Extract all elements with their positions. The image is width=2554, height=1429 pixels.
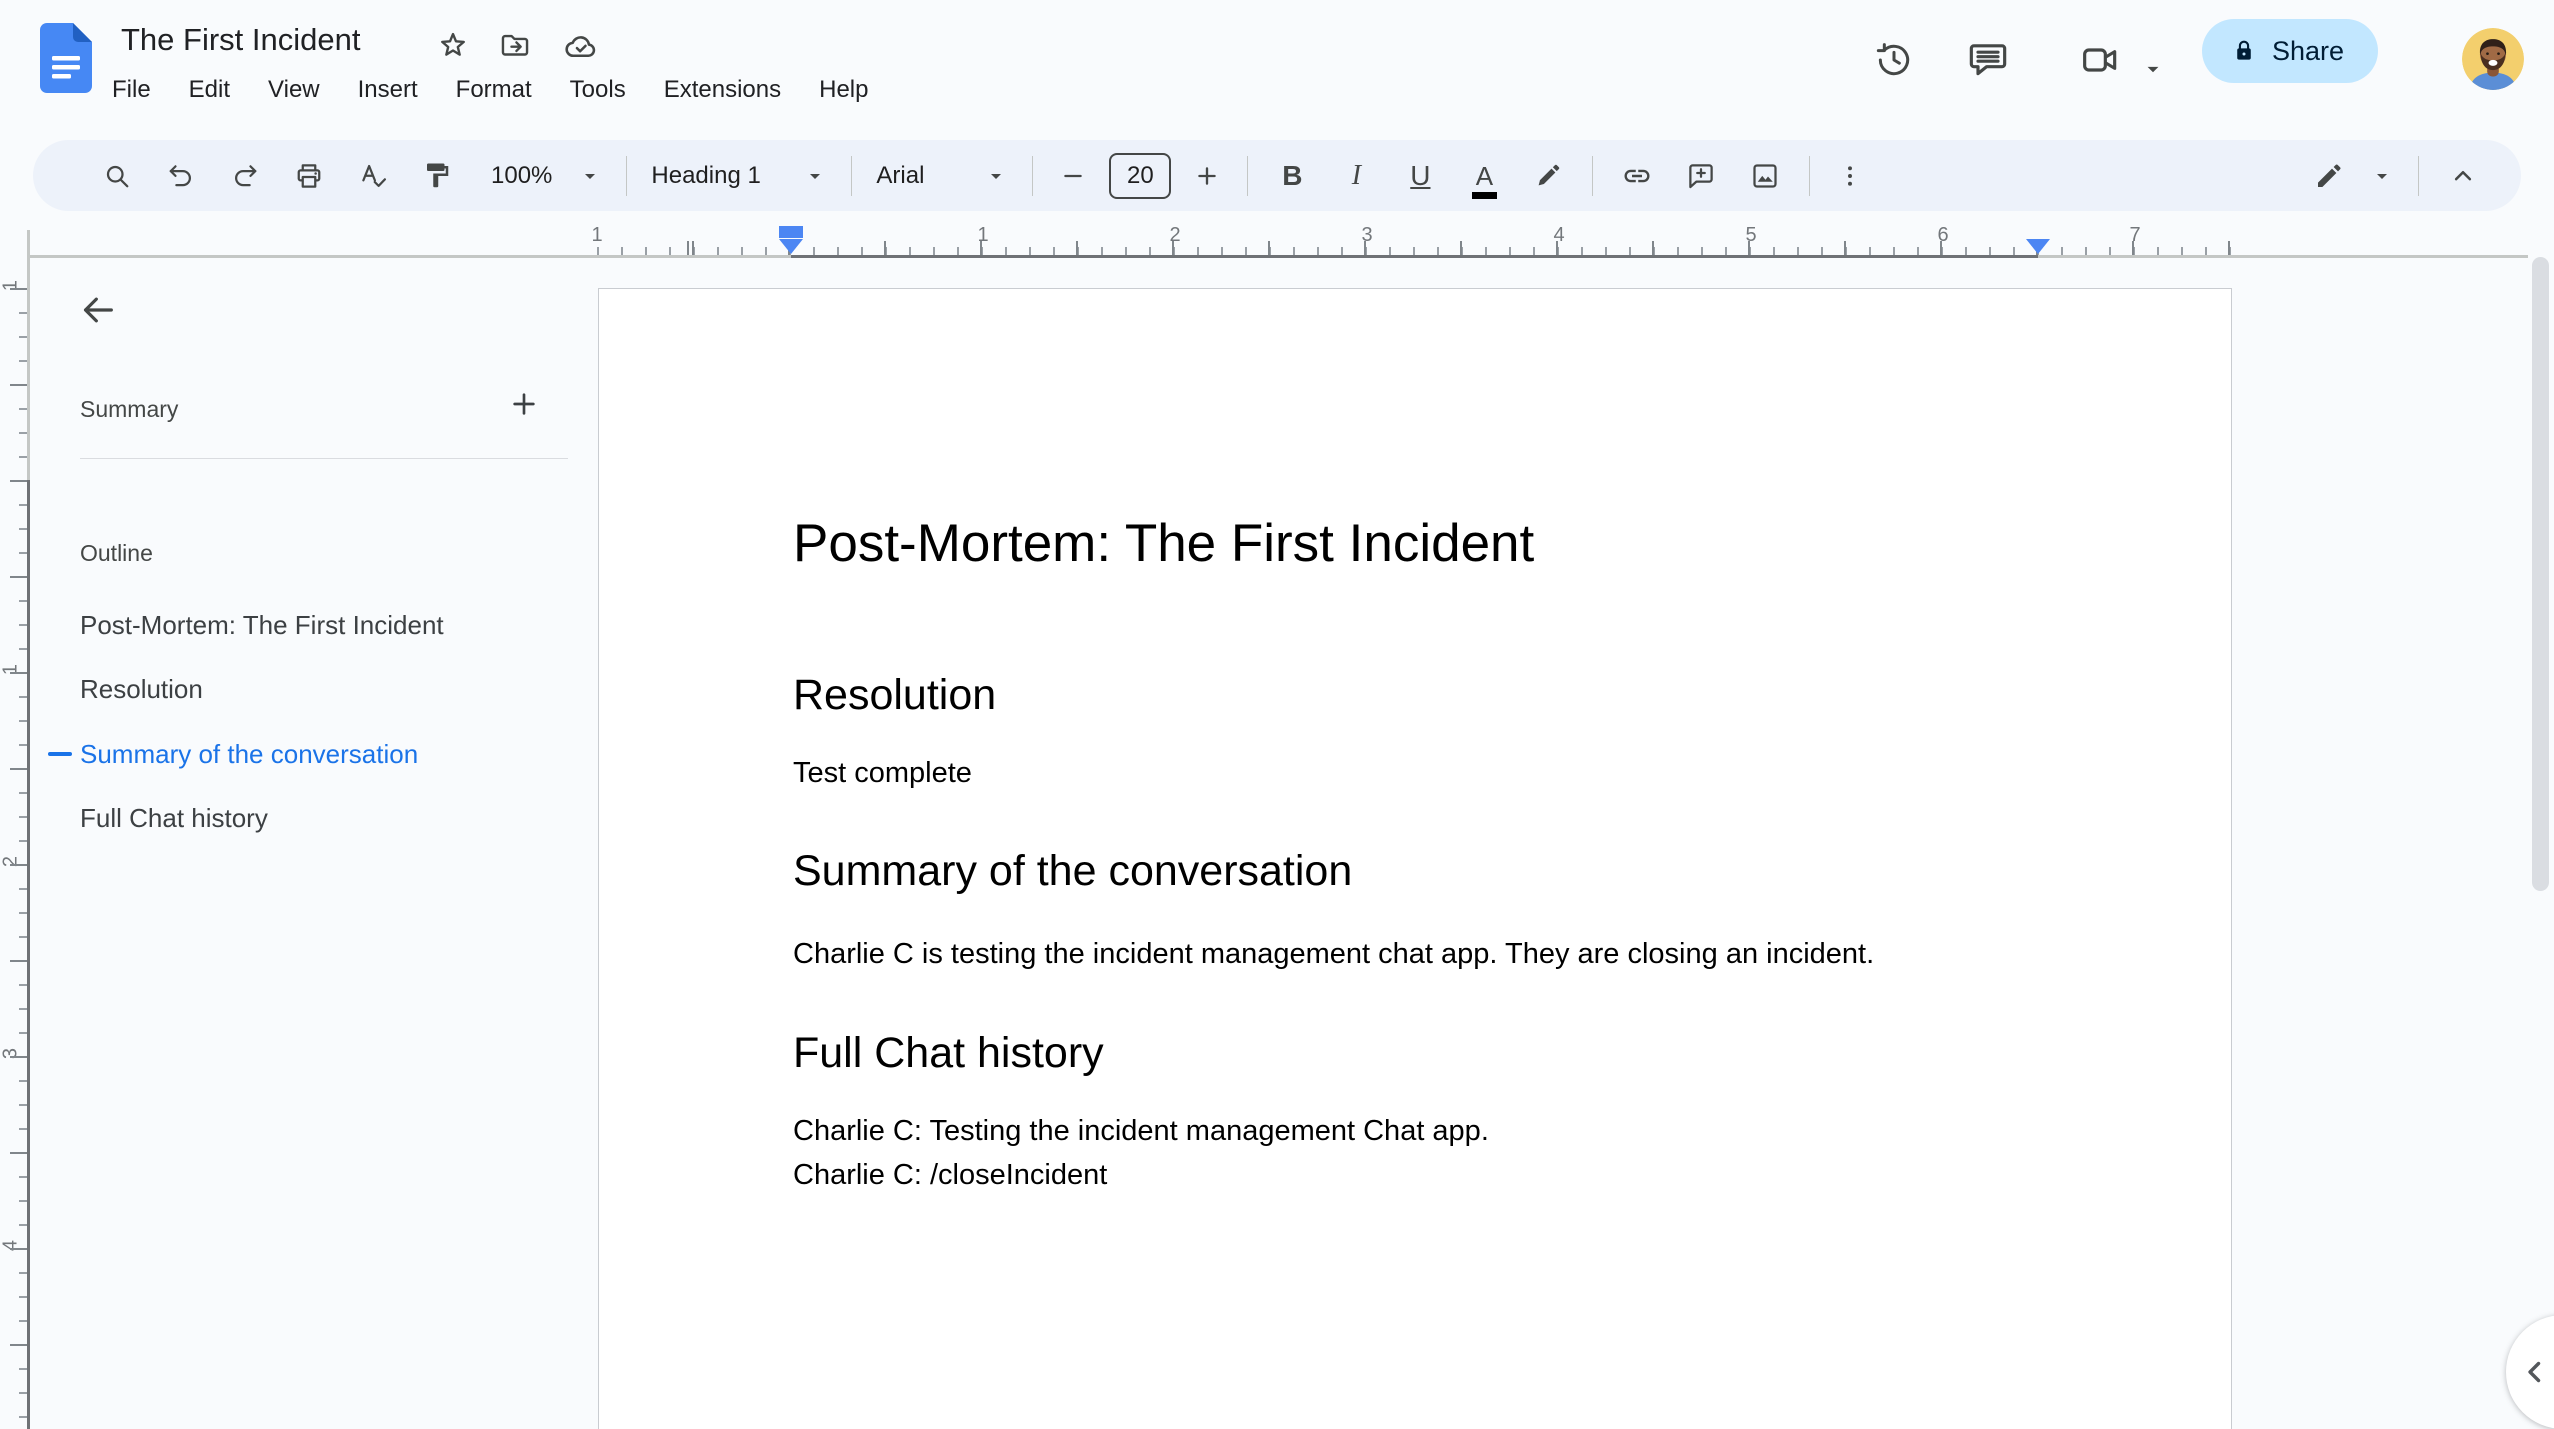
- share-button[interactable]: Share: [2202, 19, 2379, 83]
- print-icon[interactable]: [277, 144, 341, 208]
- toolbar-divider: [851, 155, 853, 196]
- font-value: Arial: [876, 161, 925, 189]
- outline-item[interactable]: Post-Mortem: The First Incident: [80, 610, 444, 641]
- menu-file[interactable]: File: [112, 76, 151, 104]
- docs-logo-icon[interactable]: [40, 22, 92, 94]
- ruler-bar-margin-left: [30, 255, 791, 258]
- chevron-down-icon: [585, 173, 596, 179]
- chevron-down-icon: [2377, 173, 2387, 179]
- italic-button[interactable]: I: [1324, 144, 1388, 208]
- zoom-select[interactable]: 100%: [479, 148, 614, 204]
- font-size-input[interactable]: 20: [1109, 152, 1172, 199]
- chevron-down-icon: [810, 173, 821, 179]
- doc-paragraph-resolution[interactable]: Test complete: [793, 751, 2053, 795]
- insert-image-icon[interactable]: [1733, 144, 1797, 208]
- menu-bar: File Edit View Insert Format Tools Exten…: [112, 76, 868, 104]
- menu-tools[interactable]: Tools: [570, 76, 626, 104]
- underline-button[interactable]: U: [1388, 144, 1452, 208]
- close-outline-back-icon[interactable]: [72, 284, 124, 336]
- menu-extensions[interactable]: Extensions: [664, 76, 781, 104]
- active-item-dash: [48, 752, 72, 756]
- doc-heading2-summary[interactable]: Summary of the conversation: [793, 845, 1352, 897]
- doc-chat-line[interactable]: Charlie C: /closeIncident: [793, 1153, 2053, 1197]
- spellcheck-icon[interactable]: [341, 144, 405, 208]
- menu-view[interactable]: View: [268, 76, 320, 104]
- cloud-saved-icon[interactable]: [555, 20, 607, 72]
- underline-label: U: [1410, 159, 1431, 191]
- font-select[interactable]: Arial: [864, 148, 1020, 204]
- text-color-button[interactable]: A: [1452, 144, 1516, 208]
- more-options-icon[interactable]: [1822, 144, 1878, 208]
- redo-icon[interactable]: [213, 144, 277, 208]
- summary-label: Summary: [80, 396, 179, 422]
- doc-chat-line[interactable]: Charlie C: Testing the incident manageme…: [793, 1109, 2053, 1153]
- insert-link-icon[interactable]: [1605, 144, 1669, 208]
- doc-heading2-resolution[interactable]: Resolution: [793, 669, 996, 721]
- bold-button[interactable]: B: [1260, 144, 1324, 208]
- text-color-label: A: [1471, 160, 1498, 199]
- document-title[interactable]: The First Incident: [121, 22, 360, 58]
- version-history-icon[interactable]: [1868, 34, 1920, 86]
- share-button-label: Share: [2272, 35, 2345, 66]
- menu-format[interactable]: Format: [456, 76, 532, 104]
- add-comment-icon[interactable]: [1669, 144, 1733, 208]
- ruler-bar-margin-right: [2038, 255, 2528, 258]
- add-summary-icon[interactable]: [498, 378, 550, 430]
- toolbar-divider: [626, 155, 628, 196]
- doc-paragraph-summary[interactable]: Charlie C is testing the incident manage…: [793, 932, 2053, 976]
- font-size-increase-button[interactable]: [1179, 144, 1235, 208]
- toolbar: 100% Heading 1 Arial 20 B I U A: [33, 140, 2521, 211]
- outline-item-active[interactable]: Summary of the conversation: [80, 739, 418, 770]
- horizontal-ruler: 1 1 2 3 4 5 6 7: [0, 224, 2554, 262]
- outline-item[interactable]: Full Chat history: [80, 803, 268, 834]
- undo-icon[interactable]: [149, 144, 213, 208]
- outline-item[interactable]: Resolution: [80, 674, 203, 705]
- comments-icon[interactable]: [1962, 34, 2014, 86]
- chevron-left-icon: [2528, 1361, 2541, 1383]
- pencil-icon: [2318, 164, 2341, 187]
- toolbar-divider: [1809, 155, 1811, 196]
- first-line-indent-marker[interactable]: [779, 226, 803, 238]
- doc-heading1[interactable]: Post-Mortem: The First Incident: [793, 513, 1534, 575]
- move-folder-icon[interactable]: [489, 20, 541, 72]
- font-size-decrease-button[interactable]: [1045, 144, 1101, 208]
- styles-select[interactable]: Heading 1: [639, 148, 839, 204]
- menu-insert[interactable]: Insert: [358, 76, 418, 104]
- video-call-icon[interactable]: [2074, 34, 2126, 86]
- outline-panel: Summary Outline Post-Mortem: The First I…: [0, 262, 598, 1429]
- menu-help[interactable]: Help: [819, 76, 868, 104]
- ruler-ticks: [597, 241, 2234, 256]
- toolbar-divider: [1592, 155, 1594, 196]
- editing-mode-select[interactable]: [2302, 148, 2406, 204]
- search-icon[interactable]: [85, 144, 149, 208]
- bold-label: B: [1282, 159, 1303, 191]
- video-call-caret-icon[interactable]: [2140, 56, 2166, 82]
- italic-label: I: [1351, 159, 1362, 191]
- document-page[interactable]: Post-Mortem: The First Incident Resoluti…: [598, 288, 2232, 1429]
- outline-label: Outline: [80, 540, 153, 566]
- toolbar-divider: [1247, 155, 1249, 196]
- left-indent-marker[interactable]: [779, 239, 803, 254]
- star-icon[interactable]: [427, 20, 479, 72]
- lock-icon: [2237, 40, 2251, 60]
- zoom-value: 100%: [491, 161, 553, 189]
- styles-value: Heading 1: [651, 161, 761, 189]
- toolbar-divider: [2418, 155, 2419, 196]
- right-indent-marker[interactable]: [2026, 239, 2050, 254]
- vertical-scrollbar-thumb[interactable]: [2532, 257, 2549, 891]
- toolbar-divider: [1032, 155, 1034, 196]
- show-side-panel-button[interactable]: [2506, 1315, 2554, 1429]
- summary-divider: [80, 458, 568, 459]
- chevron-down-icon: [991, 173, 1002, 179]
- avatar[interactable]: [2462, 28, 2524, 90]
- paint-format-icon[interactable]: [405, 144, 469, 208]
- doc-heading2-chat[interactable]: Full Chat history: [793, 1027, 1104, 1079]
- menu-edit[interactable]: Edit: [189, 76, 230, 104]
- hide-menus-button[interactable]: [2431, 144, 2495, 208]
- highlight-color-button[interactable]: [1516, 144, 1580, 208]
- ruler-bar-text-area: [791, 255, 2038, 258]
